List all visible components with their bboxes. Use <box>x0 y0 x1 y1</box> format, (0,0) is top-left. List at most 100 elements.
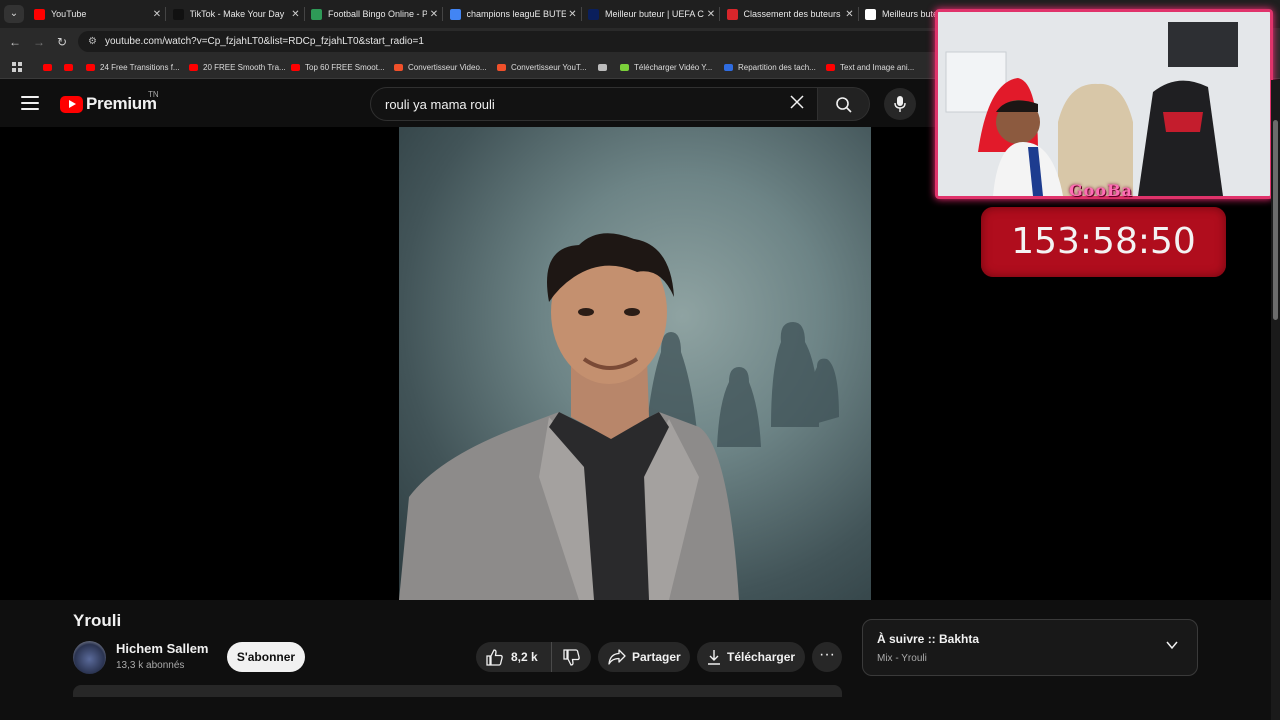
menu-icon[interactable] <box>21 96 39 110</box>
bookmark-item[interactable]: Convertisseur Video... <box>394 60 487 74</box>
bookmark-label: 20 FREE Smooth Tra... <box>203 62 286 72</box>
tab-label: Meilleur buteur | UEFA Ch <box>605 9 704 19</box>
bookmark-label: Convertisseur YouT... <box>511 62 587 72</box>
share-button[interactable]: Partager <box>598 642 690 672</box>
video-thumbnail-image <box>399 233 839 600</box>
tab-close-icon[interactable]: ✕ <box>704 9 718 20</box>
search-button[interactable] <box>818 87 870 121</box>
bookmark-favicon-icon <box>826 63 835 71</box>
tab-search-button[interactable]: ⌄ <box>4 5 24 23</box>
tab-favicon-icon <box>311 8 322 20</box>
clear-search-icon[interactable] <box>777 94 817 115</box>
video-title: Yrouli <box>73 611 122 630</box>
tab-close-icon[interactable]: ✕ <box>843 9 857 20</box>
reload-icon[interactable]: ↻ <box>53 33 71 51</box>
share-icon <box>608 649 626 665</box>
download-icon <box>708 650 720 665</box>
more-icon: ··· <box>819 646 835 663</box>
tab-favicon-icon <box>449 8 461 20</box>
browser-tab[interactable]: champions leaguE BUTEU ✕ <box>444 3 582 25</box>
bookmark-item[interactable]: Convertisseur YouT... <box>497 60 587 74</box>
dislike-button[interactable] <box>552 648 590 666</box>
logo-text: Premium <box>86 94 157 113</box>
tab-favicon-icon <box>726 8 738 20</box>
channel-name[interactable]: Hichem Sallem <box>116 641 209 656</box>
tab-label: Football Bingo Online - P <box>328 9 427 19</box>
description-box[interactable] <box>73 685 842 697</box>
youtube-play-icon <box>60 95 83 113</box>
download-button[interactable]: Télécharger <box>697 642 805 672</box>
stream-timer: 153:58:50 <box>981 207 1226 277</box>
tab-close-icon[interactable]: ✕ <box>289 9 303 20</box>
more-actions-button[interactable]: ··· <box>812 642 842 672</box>
up-next-title: À suivre :: Bakhta <box>877 632 980 646</box>
share-label: Partager <box>632 650 681 664</box>
site-info-icon[interactable]: ⚙ <box>88 36 97 47</box>
download-label: Télécharger <box>727 650 796 664</box>
webcam-overlay <box>935 9 1273 199</box>
bookmark-favicon-icon <box>620 63 629 71</box>
subscribe-button[interactable]: S'abonner <box>227 642 305 672</box>
bookmark-item[interactable]: Top 60 FREE Smoot... <box>291 60 385 74</box>
url-text: youtube.com/watch?v=Cp_fzjahLT0&list=RDC… <box>104 36 424 47</box>
page-scrollbar[interactable] <box>1271 80 1280 720</box>
bookmark-favicon-icon <box>86 63 95 71</box>
video-frame[interactable] <box>399 127 871 600</box>
bookmark-favicon-icon <box>189 63 198 71</box>
bookmark-item[interactable] <box>43 60 57 74</box>
bookmark-item[interactable]: Télécharger Vidéo Y... <box>620 60 712 74</box>
bookmark-favicon-icon <box>497 63 506 71</box>
voice-search-button[interactable] <box>884 88 916 120</box>
mic-icon <box>894 96 906 112</box>
bookmark-favicon-icon <box>598 63 607 71</box>
forward-icon[interactable]: → <box>30 33 48 51</box>
search-query: rouli ya mama rouli <box>385 96 495 112</box>
bookmark-label: Convertisseur Video... <box>408 62 487 72</box>
browser-tab[interactable]: TikTok - Make Your Day ✕ <box>167 3 305 25</box>
webcam-image <box>938 12 1270 196</box>
scrollbar-thumb[interactable] <box>1273 120 1278 320</box>
tab-close-icon[interactable]: ✕ <box>150 9 164 20</box>
like-button[interactable]: 8,2 k <box>476 642 552 672</box>
bookmark-item[interactable]: Text and Image ani... <box>826 60 914 74</box>
bookmark-item[interactable]: Repartition des tach... <box>724 60 816 74</box>
bookmark-favicon-icon <box>43 63 52 71</box>
bookmark-item[interactable] <box>64 60 78 74</box>
search-icon <box>836 97 852 113</box>
bookmark-favicon-icon <box>64 63 73 71</box>
chevron-down-icon[interactable] <box>1165 638 1179 652</box>
like-count: 8,2 k <box>511 650 538 664</box>
bookmark-label: Top 60 FREE Smoot... <box>305 62 385 72</box>
tab-label: TikTok - Make Your Day <box>189 9 285 19</box>
tab-close-icon[interactable]: ✕ <box>427 9 441 20</box>
streamer-name: GooBa <box>1069 181 1133 200</box>
apps-icon[interactable] <box>12 60 22 74</box>
search-input[interactable]: rouli ya mama rouli <box>370 87 818 121</box>
browser-tab[interactable]: Classement des buteurs L ✕ <box>721 3 859 25</box>
back-icon[interactable]: ← <box>6 33 24 51</box>
subscriber-count: 13,3 k abonnés <box>116 660 185 671</box>
browser-tab[interactable]: YouTube ✕ <box>28 3 166 25</box>
tab-label: champions leaguE BUTEU <box>466 9 566 19</box>
bookmark-label: 24 Free Transitions f... <box>100 62 180 72</box>
thumbs-down-icon <box>562 648 580 666</box>
up-next-panel[interactable]: À suivre :: Bakhta Mix - Yrouli <box>862 619 1198 676</box>
browser-tab[interactable]: Meilleur buteur | UEFA Ch ✕ <box>582 3 720 25</box>
bookmark-label: Télécharger Vidéo Y... <box>634 62 713 72</box>
bookmark-favicon-icon <box>291 63 300 71</box>
tab-label: Classement des buteurs L <box>743 9 843 19</box>
tab-label: YouTube <box>51 9 87 19</box>
tab-close-icon[interactable]: ✕ <box>566 9 580 20</box>
bookmark-item[interactable]: 24 Free Transitions f... <box>86 60 180 74</box>
bookmark-label: Repartition des tach... <box>738 62 816 72</box>
tab-favicon-icon <box>34 8 45 20</box>
url-field[interactable]: ⚙ youtube.com/watch?v=Cp_fzjahLT0&list=R… <box>78 31 978 52</box>
browser-tab[interactable]: Football Bingo Online - P ✕ <box>305 3 443 25</box>
bookmark-item[interactable]: 20 FREE Smooth Tra... <box>189 60 286 74</box>
bookmark-favicon-icon <box>394 63 403 71</box>
youtube-premium-logo[interactable]: Premium TN <box>60 90 159 114</box>
up-next-subtitle: Mix - Yrouli <box>877 653 927 664</box>
bookmark-item[interactable] <box>598 60 612 74</box>
channel-avatar[interactable] <box>73 641 106 674</box>
like-dislike-group: 8,2 k <box>476 642 591 672</box>
